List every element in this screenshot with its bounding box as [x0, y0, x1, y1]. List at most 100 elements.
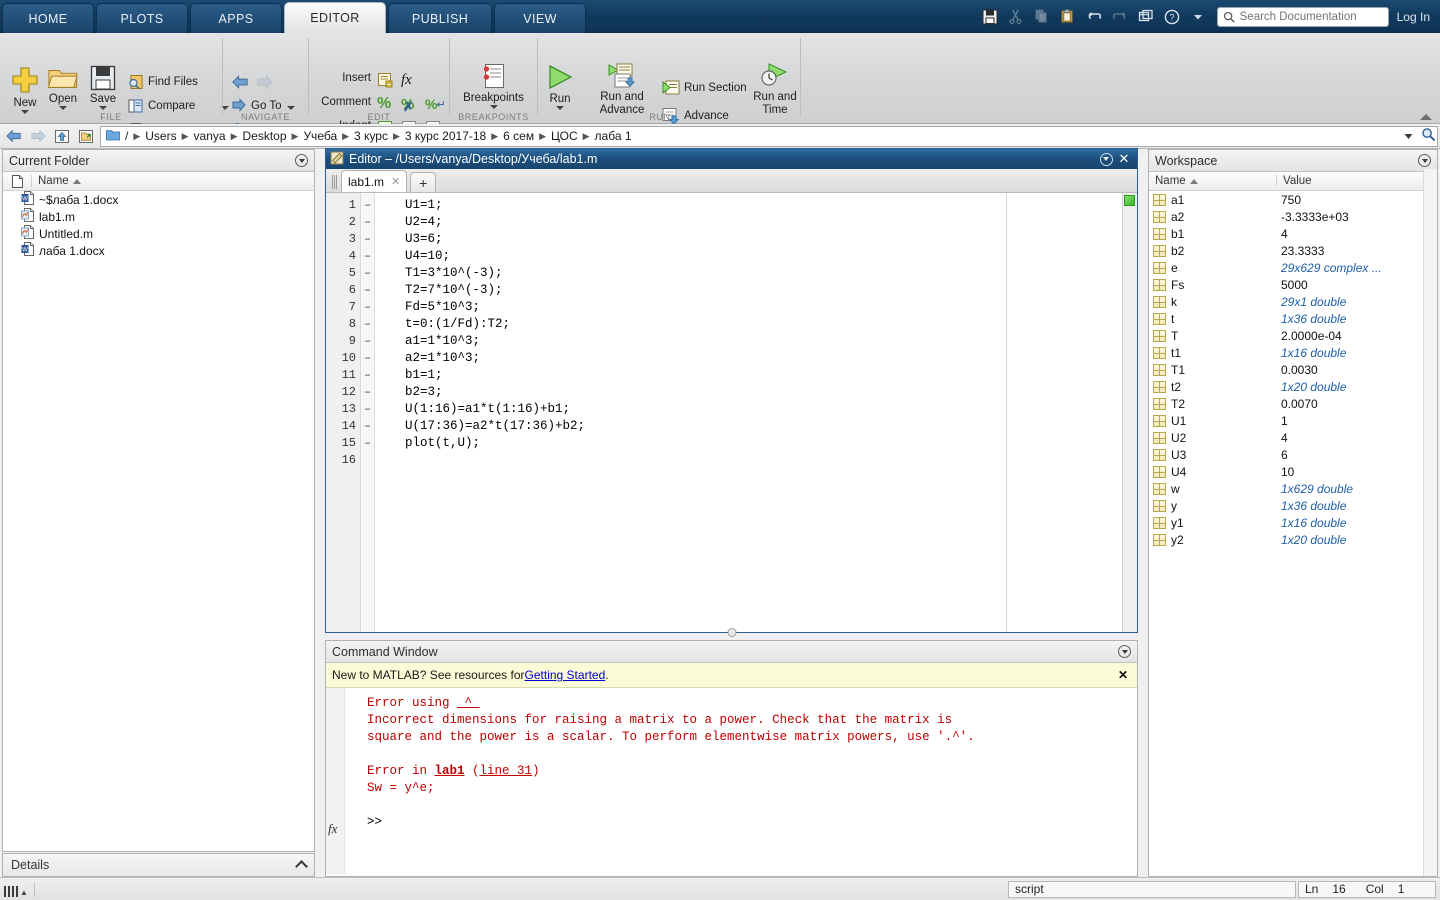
- cut-icon[interactable]: [1005, 6, 1027, 28]
- breadcrumb-item-vanya[interactable]: vanya: [192, 129, 228, 143]
- undo-icon[interactable]: [1083, 6, 1105, 28]
- ribbon-tab-view[interactable]: VIEW: [494, 3, 586, 33]
- table-row[interactable]: y21x20 double: [1149, 531, 1437, 548]
- back-navigation-icon[interactable]: [4, 126, 24, 146]
- editor-breakpoint-gutter[interactable]: – – – – – – – – – – – – – – –: [361, 193, 375, 632]
- executable-line-marker[interactable]: [361, 452, 374, 469]
- editor-tab-lab1[interactable]: lab1.m ✕: [341, 170, 407, 192]
- forward-button[interactable]: [255, 71, 274, 93]
- workspace-vertical-scrollbar[interactable]: [1423, 169, 1437, 876]
- executable-line-marker[interactable]: –: [361, 333, 374, 350]
- redo-icon[interactable]: [1109, 6, 1131, 28]
- table-row[interactable]: U410: [1149, 463, 1437, 480]
- ribbon-tab-plots[interactable]: PLOTS: [96, 3, 188, 33]
- table-row[interactable]: T2.0000e-04: [1149, 327, 1437, 344]
- table-row[interactable]: U36: [1149, 446, 1437, 463]
- list-item[interactable]: W ~$лаба 1.docx: [3, 191, 314, 208]
- editor-splitter-handle[interactable]: [727, 628, 736, 637]
- close-icon[interactable]: ✕: [391, 175, 400, 188]
- table-row[interactable]: y1x36 double: [1149, 497, 1437, 514]
- chevron-down-icon[interactable]: [1187, 6, 1209, 28]
- editor-close-button[interactable]: ✕: [1115, 151, 1133, 167]
- executable-line-marker[interactable]: –: [361, 282, 374, 299]
- run-and-time-button[interactable]: Run and Time: [746, 63, 804, 117]
- save-button[interactable]: Save: [80, 65, 126, 110]
- up-one-level-icon[interactable]: [52, 126, 72, 146]
- list-item[interactable]: W лаба 1.docx: [3, 242, 314, 259]
- table-row[interactable]: y11x16 double: [1149, 514, 1437, 531]
- executable-line-marker[interactable]: –: [361, 197, 374, 214]
- editor-options-button[interactable]: [1097, 151, 1115, 167]
- breadcrumb-item-desktop[interactable]: Desktop: [240, 129, 288, 143]
- ribbon-tab-editor[interactable]: EDITOR: [284, 2, 386, 33]
- executable-line-marker[interactable]: –: [361, 384, 374, 401]
- table-row[interactable]: k29x1 double: [1149, 293, 1437, 310]
- browse-folder-icon[interactable]: [76, 126, 96, 146]
- status-grip-icon[interactable]: ▲: [0, 881, 34, 897]
- collapse-ribbon-button[interactable]: [1420, 114, 1432, 120]
- forward-navigation-icon[interactable]: [28, 126, 48, 146]
- address-search-icon[interactable]: [1421, 127, 1436, 145]
- chevron-down-icon[interactable]: [287, 106, 295, 110]
- list-item[interactable]: Untitled.m: [3, 225, 314, 242]
- ribbon-tab-publish[interactable]: PUBLISH: [388, 3, 492, 33]
- breadcrumb-item-cos[interactable]: ЦОС: [549, 129, 580, 143]
- ribbon-tab-apps[interactable]: APPS: [190, 3, 282, 33]
- table-row[interactable]: b223.3333: [1149, 242, 1437, 259]
- back-button[interactable]: [231, 71, 250, 93]
- panel-options-icon[interactable]: [1118, 645, 1131, 658]
- executable-line-marker[interactable]: –: [361, 350, 374, 367]
- close-banner-icon[interactable]: ✕: [1115, 668, 1131, 682]
- drag-grip-icon[interactable]: [330, 172, 339, 192]
- run-button[interactable]: Run: [538, 63, 582, 110]
- table-row[interactable]: Fs5000: [1149, 276, 1437, 293]
- getting-started-link[interactable]: Getting Started: [525, 668, 606, 682]
- executable-line-marker[interactable]: –: [361, 367, 374, 384]
- chevron-up-icon[interactable]: [295, 860, 308, 873]
- editor-code-area[interactable]: U1=1; U2=4; U3=6; U4=10; T1=3*10^(-3); T…: [375, 193, 1137, 632]
- copy-icon[interactable]: [1031, 6, 1053, 28]
- chevron-down-icon[interactable]: [490, 105, 498, 109]
- details-panel[interactable]: Details: [2, 853, 315, 877]
- workspace-value-column-header[interactable]: Value: [1276, 175, 1425, 187]
- breadcrumb-item-3kurs-2017-18[interactable]: 3 курс 2017-18: [403, 129, 488, 143]
- table-row[interactable]: t1x36 double: [1149, 310, 1437, 327]
- run-and-advance-button[interactable]: Run and Advance: [586, 63, 658, 117]
- panel-options-icon[interactable]: [1418, 154, 1431, 167]
- breadcrumb[interactable]: / ▶ Users ▶ vanya ▶ Desktop ▶ Учеба ▶ 3 …: [100, 126, 1438, 147]
- table-row[interactable]: a1750: [1149, 191, 1437, 208]
- breadcrumb-item-6sem[interactable]: 6 сем: [501, 129, 536, 143]
- table-row[interactable]: t21x20 double: [1149, 378, 1437, 395]
- breakpoints-button[interactable]: Breakpoints: [450, 63, 537, 109]
- workspace-name-column-header[interactable]: Name: [1149, 175, 1276, 187]
- breadcrumb-item-users[interactable]: Users: [143, 129, 178, 143]
- chevron-down-icon[interactable]: [59, 106, 67, 110]
- code-analyzer-ok-indicator[interactable]: [1124, 195, 1135, 206]
- breadcrumb-root[interactable]: /: [123, 129, 130, 143]
- switch-windows-icon[interactable]: [1135, 6, 1157, 28]
- name-column-header[interactable]: Name: [31, 175, 314, 187]
- executable-line-marker[interactable]: –: [361, 214, 374, 231]
- error-function-link[interactable]: lab1: [435, 764, 465, 778]
- table-row[interactable]: b14: [1149, 225, 1437, 242]
- log-in-button[interactable]: Log In: [1397, 10, 1430, 24]
- chevron-down-icon[interactable]: [556, 106, 564, 110]
- list-item[interactable]: lab1.m: [3, 208, 314, 225]
- save-icon[interactable]: [979, 6, 1001, 28]
- breadcrumb-item-ucheba[interactable]: Учеба: [301, 129, 339, 143]
- command-prompt[interactable]: >>: [367, 814, 1137, 831]
- table-row[interactable]: a2-3.3333e+03: [1149, 208, 1437, 225]
- table-row[interactable]: e29x629 complex ...: [1149, 259, 1437, 276]
- search-documentation-input[interactable]: [1238, 10, 1383, 24]
- executable-line-marker[interactable]: –: [361, 231, 374, 248]
- breadcrumb-item-laba1[interactable]: лаба 1: [593, 129, 634, 143]
- insert-snippet-button[interactable]: [377, 69, 394, 91]
- table-row[interactable]: U24: [1149, 429, 1437, 446]
- insert-function-button[interactable]: fx: [401, 69, 412, 91]
- executable-line-marker[interactable]: –: [361, 418, 374, 435]
- new-editor-tab-button[interactable]: +: [410, 172, 436, 192]
- search-documentation-box[interactable]: [1217, 7, 1389, 27]
- editor-vertical-scrollbar[interactable]: [1122, 193, 1137, 632]
- table-row[interactable]: T10.0030: [1149, 361, 1437, 378]
- executable-line-marker[interactable]: –: [361, 299, 374, 316]
